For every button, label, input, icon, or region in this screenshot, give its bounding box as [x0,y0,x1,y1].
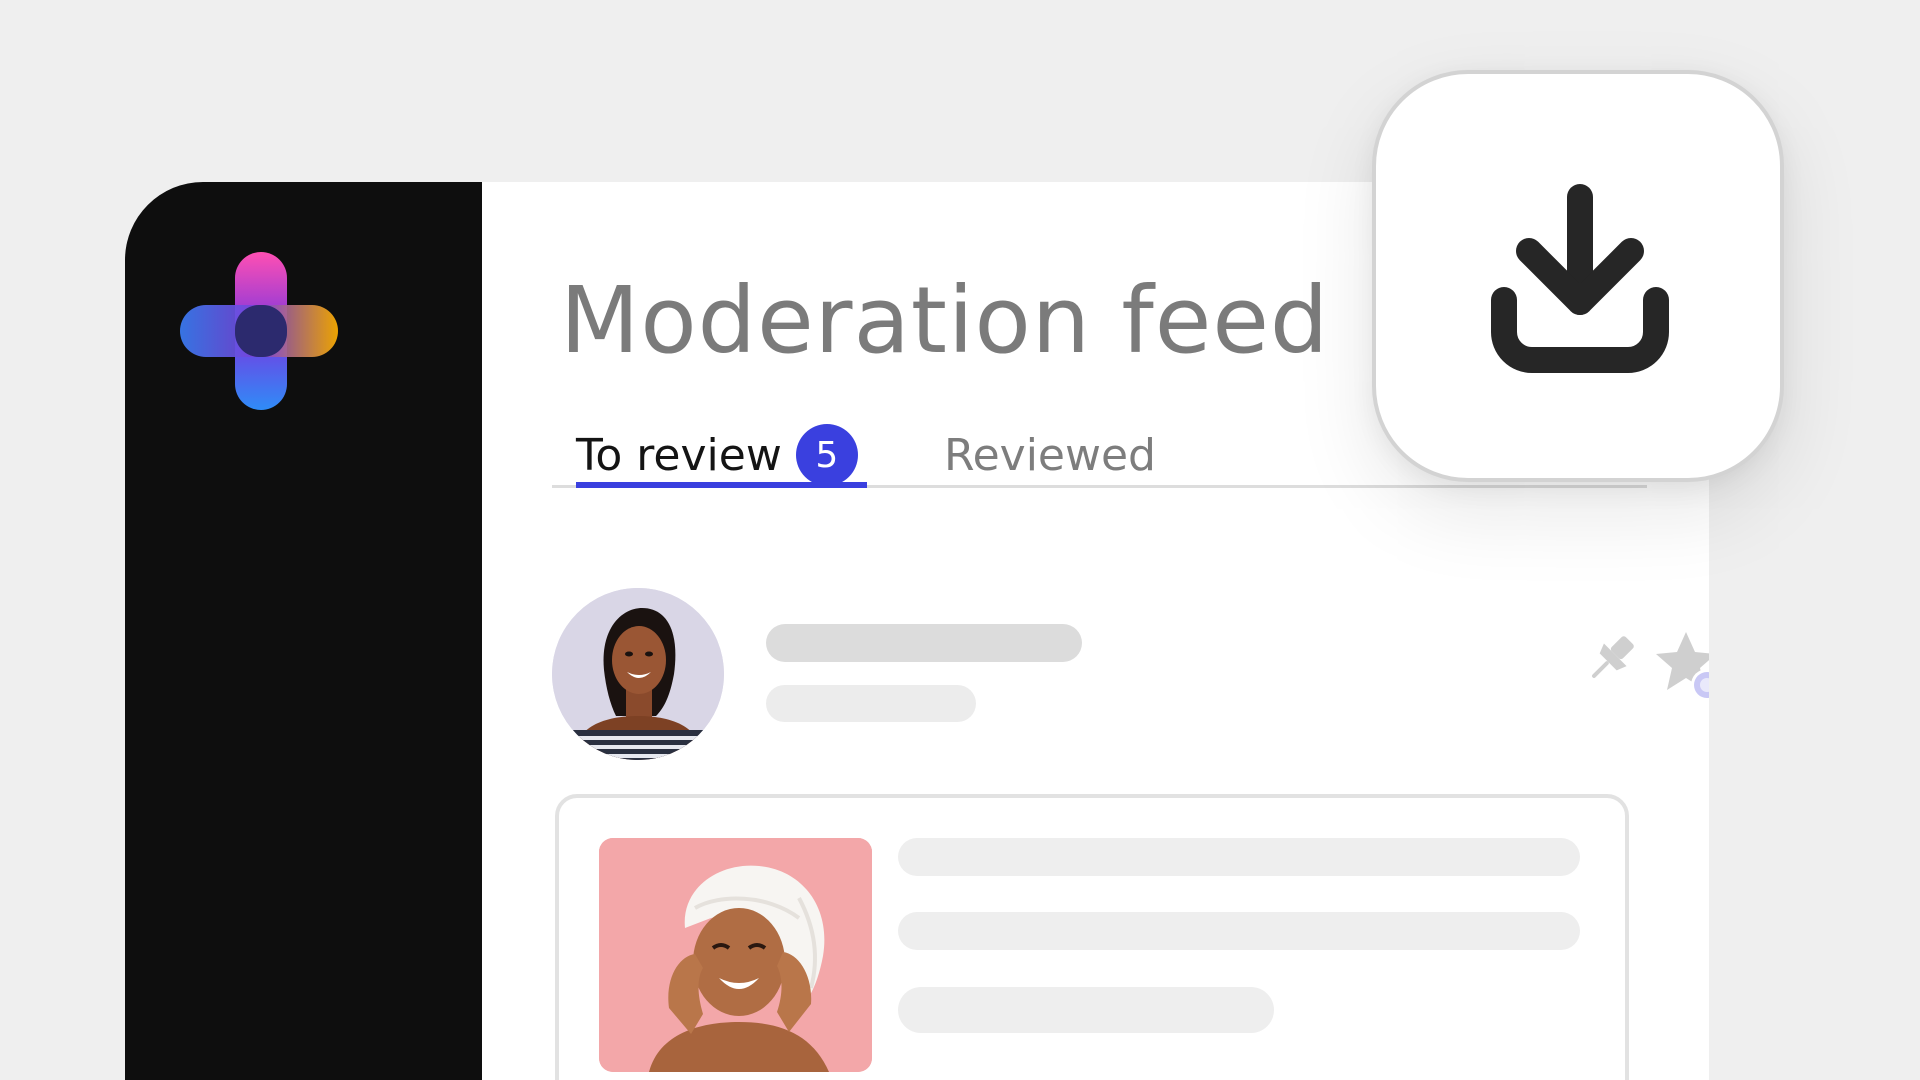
download-icon [1491,184,1669,373]
sidebar [125,182,482,1080]
content-text-placeholder [898,838,1580,876]
tab-reviewed[interactable]: Reviewed [944,427,1156,483]
tab-label: To review [576,429,782,481]
pin-icon[interactable] [1579,627,1643,691]
content-text-placeholder [898,987,1274,1033]
page-title: Moderation feed [560,267,1330,374]
content-text-placeholder [898,912,1580,950]
woman-with-towel-photo [599,838,872,1072]
content-card[interactable] [555,794,1629,1080]
active-tab-indicator [576,482,867,488]
star-icon[interactable] [1652,628,1709,706]
app-logo[interactable] [180,252,338,410]
avatar[interactable] [552,588,724,760]
content-image [599,838,872,1072]
author-meta-placeholder [766,685,976,722]
count-badge: 5 [795,424,858,486]
woman-portrait-avatar [552,588,724,760]
tab-to-review[interactable]: To review 5 [576,424,858,486]
author-name-placeholder [766,624,1082,662]
download-button[interactable] [1372,70,1784,482]
tab-label: Reviewed [944,429,1156,481]
